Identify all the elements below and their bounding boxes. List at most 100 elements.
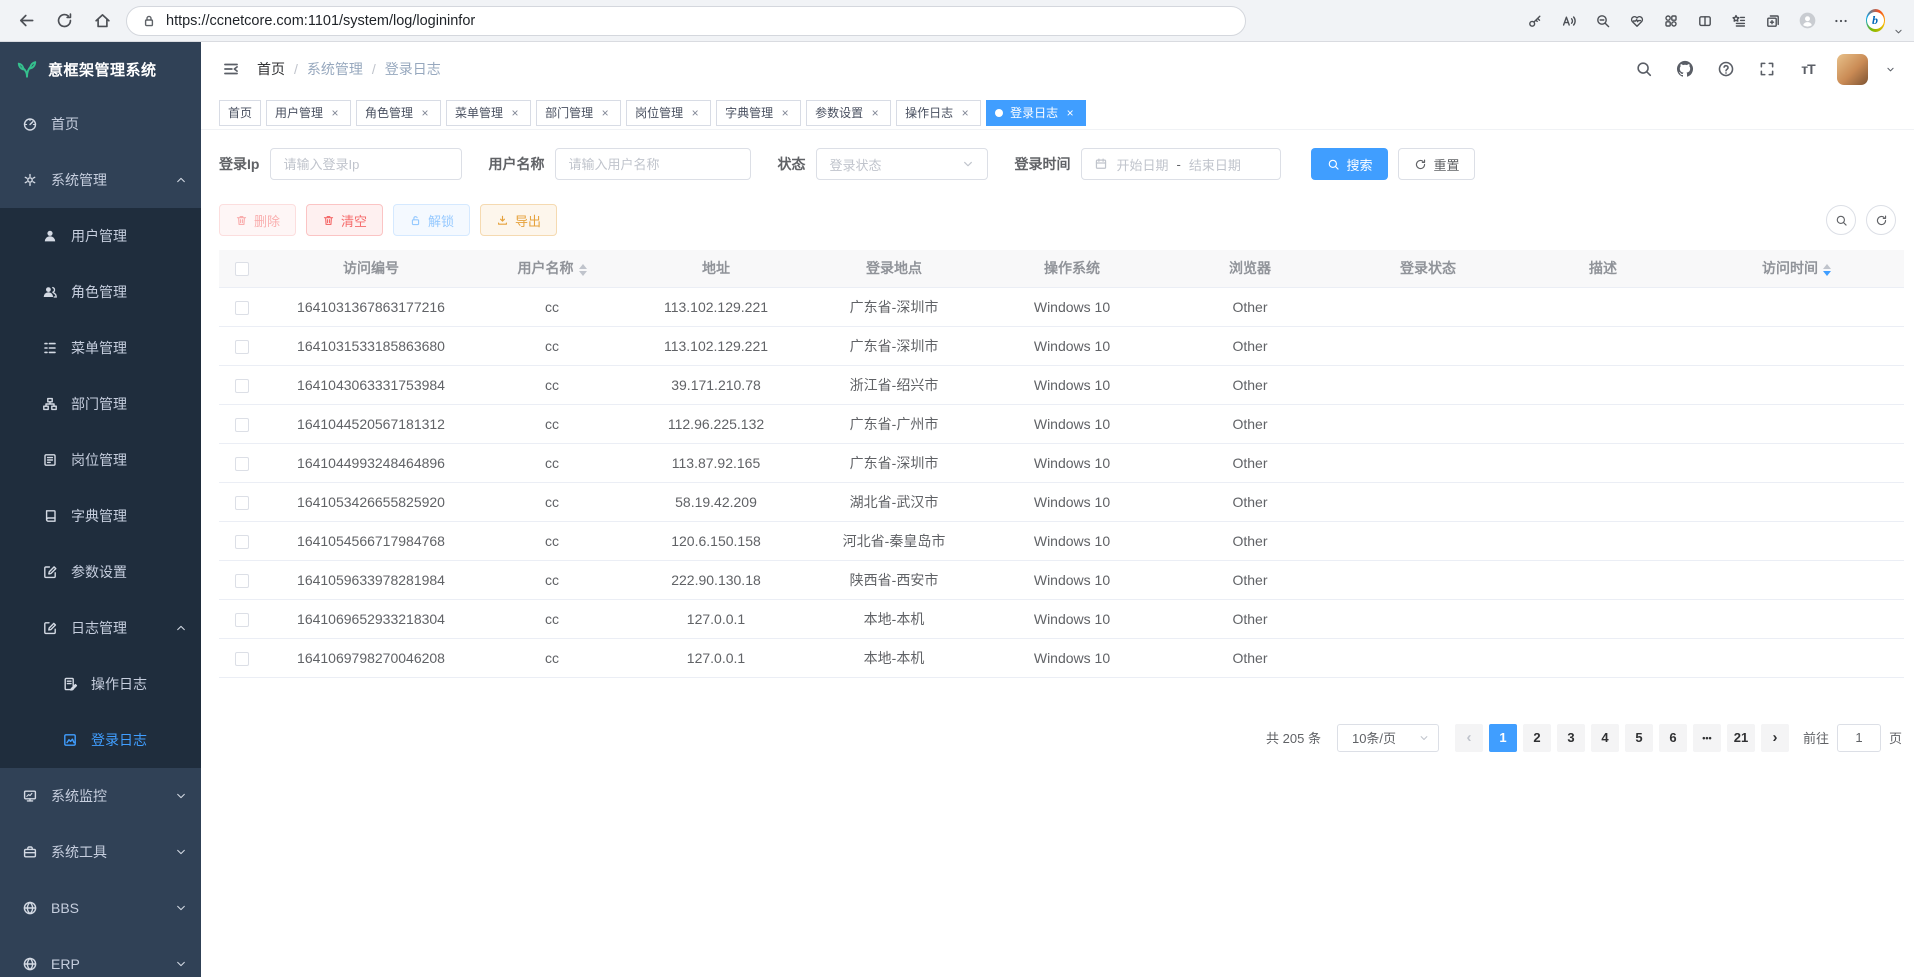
row-checkbox[interactable] (235, 418, 249, 432)
sidebar-item-login-log[interactable]: 登录日志 (0, 712, 201, 768)
refresh-button[interactable] (48, 5, 80, 37)
row-checkbox[interactable] (235, 340, 249, 354)
sidebar-item-user-management[interactable]: 用户管理 (0, 208, 201, 264)
row-checkbox[interactable] (235, 535, 249, 549)
tab-dict-management[interactable]: 字典管理× (716, 100, 801, 126)
row-checkbox[interactable] (235, 457, 249, 471)
sidebar-item-dict-management[interactable]: 字典管理 (0, 488, 201, 544)
page-button-21[interactable]: 21 (1727, 724, 1755, 752)
sidebar-item-operation-log[interactable]: 操作日志 (0, 656, 201, 712)
page-button-4[interactable]: 4 (1591, 724, 1619, 752)
sidebar-item-post-management[interactable]: 岗位管理 (0, 432, 201, 488)
page-button-1[interactable]: 1 (1489, 724, 1517, 752)
username-input[interactable] (568, 157, 738, 172)
close-tab-icon[interactable]: × (868, 106, 882, 120)
sort-carets[interactable] (579, 264, 587, 276)
sidebar-item-param-settings[interactable]: 参数设置 (0, 544, 201, 600)
breadcrumb-home[interactable]: 首页 (257, 59, 285, 79)
status-select[interactable]: 登录状态 (816, 148, 988, 180)
split-screen-button[interactable] (1689, 5, 1721, 37)
sidebar-toggle-button[interactable] (219, 57, 243, 81)
tab-dept-management[interactable]: 部门管理× (536, 100, 621, 126)
tab-operation-log[interactable]: 操作日志× (896, 100, 981, 126)
sidebar-item-system-tools[interactable]: 系统工具 (0, 824, 201, 880)
export-button[interactable]: 导出 (480, 204, 557, 236)
sidebar-item-role-management[interactable]: 角色管理 (0, 264, 201, 320)
tab-param-settings[interactable]: 参数设置× (806, 100, 891, 126)
caret-down-icon[interactable] (1885, 64, 1896, 75)
sidebar-item-system-monitor[interactable]: 系统监控 (0, 768, 201, 824)
back-button[interactable] (10, 5, 42, 37)
close-tab-icon[interactable]: × (1063, 106, 1077, 120)
tab-menu-management[interactable]: 菜单管理× (446, 100, 531, 126)
collections-button[interactable] (1757, 5, 1789, 37)
password-key-button[interactable] (1519, 5, 1551, 37)
row-checkbox[interactable] (235, 301, 249, 315)
row-checkbox[interactable] (235, 379, 249, 393)
close-tab-icon[interactable]: × (778, 106, 792, 120)
profile-button[interactable] (1791, 5, 1823, 37)
page-button-3[interactable]: 3 (1557, 724, 1585, 752)
browser-essentials-button[interactable] (1621, 5, 1653, 37)
toolbar-refresh-button[interactable] (1866, 205, 1896, 235)
home-button[interactable] (86, 5, 118, 37)
close-tab-icon[interactable]: × (508, 106, 522, 120)
column-header[interactable]: 用户名称 (477, 250, 627, 287)
bing-button[interactable]: b (1859, 5, 1891, 37)
select-all-checkbox[interactable] (235, 262, 249, 276)
close-tab-icon[interactable]: × (688, 106, 702, 120)
github-button[interactable] (1673, 57, 1697, 81)
search-button[interactable] (1632, 57, 1656, 81)
address-bar[interactable]: https://ccnetcore.com:1101/system/log/lo… (126, 6, 1246, 36)
user-avatar[interactable] (1837, 54, 1868, 85)
sidebar-item-log-management[interactable]: 日志管理 (0, 600, 201, 656)
search-button[interactable]: 搜索 (1311, 148, 1388, 180)
close-tab-icon[interactable]: × (958, 106, 972, 120)
sidebar-item-dept-management[interactable]: 部门管理 (0, 376, 201, 432)
goto-page-input[interactable] (1837, 724, 1881, 752)
toolbar-search-button[interactable] (1826, 205, 1856, 235)
page-button-6[interactable]: 6 (1659, 724, 1687, 752)
sidebar-item-erp[interactable]: ERP (0, 936, 201, 977)
sidebar-item-bbs[interactable]: BBS (0, 880, 201, 936)
tab-login-log[interactable]: 登录日志× (986, 100, 1086, 126)
sidebar-item-home[interactable]: 首页 (0, 96, 201, 152)
fullscreen-button[interactable] (1755, 57, 1779, 81)
clear-button[interactable]: 清空 (306, 204, 383, 236)
url-text[interactable]: https://ccnetcore.com:1101/system/log/lo… (166, 13, 475, 29)
next-page-button[interactable]: › (1761, 724, 1789, 752)
help-button[interactable] (1714, 57, 1738, 81)
unlock-button[interactable]: 解锁 (393, 204, 470, 236)
page-button-2[interactable]: 2 (1523, 724, 1551, 752)
delete-button[interactable]: 删除 (219, 204, 296, 236)
row-checkbox[interactable] (235, 496, 249, 510)
read-aloud-button[interactable] (1553, 5, 1585, 37)
extensions-button[interactable] (1655, 5, 1687, 37)
tab-home[interactable]: 首页 (219, 100, 261, 126)
prev-page-button[interactable]: ‹ (1455, 724, 1483, 752)
reset-button[interactable]: 重置 (1398, 148, 1475, 180)
sort-carets[interactable] (1823, 264, 1831, 276)
page-ellipsis[interactable]: ••• (1693, 724, 1721, 752)
sidebar-item-menu-management[interactable]: 菜单管理 (0, 320, 201, 376)
tab-post-management[interactable]: 岗位管理× (626, 100, 711, 126)
more-button[interactable] (1825, 5, 1857, 37)
date-range-picker[interactable]: 开始日期 - 结束日期 (1081, 148, 1281, 180)
page-size-select[interactable]: 10条/页 (1337, 724, 1439, 752)
row-checkbox[interactable] (235, 652, 249, 666)
row-checkbox[interactable] (235, 613, 249, 627)
close-tab-icon[interactable]: × (418, 106, 432, 120)
ip-input[interactable] (283, 157, 449, 172)
favorites-button[interactable] (1723, 5, 1755, 37)
sidebar-item-system-management[interactable]: 系统管理 (0, 152, 201, 208)
zoom-out-button[interactable] (1587, 5, 1619, 37)
chrome-caret-down-icon[interactable] (1893, 26, 1904, 37)
font-size-button[interactable]: тT (1796, 57, 1820, 81)
tab-role-management[interactable]: 角色管理× (356, 100, 441, 126)
close-tab-icon[interactable]: × (598, 106, 612, 120)
page-button-5[interactable]: 5 (1625, 724, 1653, 752)
column-header[interactable]: 访问时间 (1689, 250, 1904, 287)
close-tab-icon[interactable]: × (328, 106, 342, 120)
tab-user-management[interactable]: 用户管理× (266, 100, 351, 126)
row-checkbox[interactable] (235, 574, 249, 588)
